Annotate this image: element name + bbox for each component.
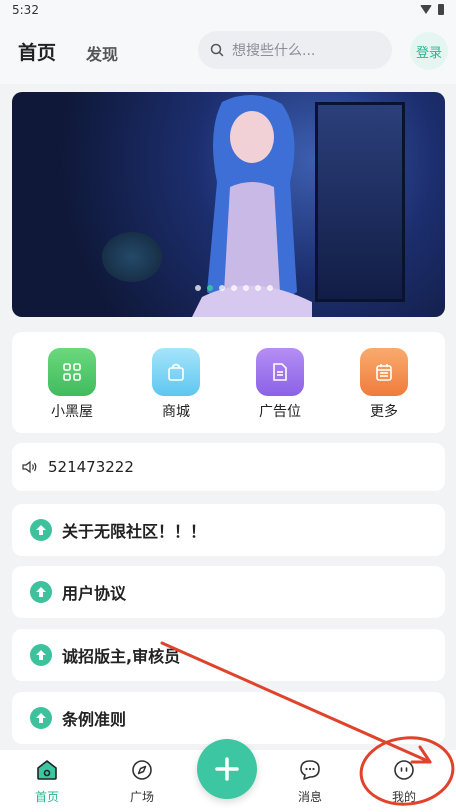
nav-profile[interactable]: 我的: [369, 758, 439, 805]
post-item[interactable]: 条例准则: [12, 692, 445, 744]
carousel-dot[interactable]: [243, 285, 249, 291]
post-title: 条例准则: [62, 710, 127, 729]
carousel-dot[interactable]: [195, 285, 201, 291]
carousel-dot[interactable]: [255, 285, 261, 291]
nav-label: 我的: [391, 790, 416, 804]
quick-action-label: 小黑屋: [51, 404, 93, 420]
profile-icon: [394, 760, 414, 780]
quick-action-label: 商城: [162, 404, 190, 420]
tab-home[interactable]: 首页: [16, 38, 57, 65]
document-icon: [256, 348, 304, 396]
notice-bar[interactable]: 521473222: [12, 443, 445, 491]
chat-icon: [300, 760, 320, 780]
pin-arrow-icon: [30, 519, 52, 541]
carousel-dot-active[interactable]: [207, 285, 213, 291]
search-placeholder: 想搜些什么...: [232, 43, 316, 59]
quick-action-ads[interactable]: 广告位: [240, 348, 320, 421]
tab-home-label: 首页: [18, 42, 57, 64]
pin-arrow-icon: [30, 644, 52, 666]
nav-home[interactable]: 首页: [12, 758, 82, 805]
post-title: 用户协议: [62, 584, 127, 603]
status-time: 5:32: [12, 3, 39, 17]
create-post-button[interactable]: [197, 739, 257, 799]
top-header: 首页 发现 想搜些什么... 登录: [0, 22, 456, 84]
speaker-icon: [22, 460, 37, 474]
carousel-indicator: [195, 285, 273, 291]
carousel-dot[interactable]: [267, 285, 273, 291]
tab-discover[interactable]: 发现: [86, 41, 118, 65]
login-button[interactable]: 登录: [410, 32, 448, 70]
carousel-dot[interactable]: [219, 285, 225, 291]
quick-action-label: 更多: [370, 404, 398, 420]
battery-icon: [438, 4, 444, 15]
nav-label: 首页: [34, 790, 59, 804]
tab-discover-label: 发现: [86, 45, 119, 64]
quick-action-blacklist[interactable]: 小黑屋: [32, 348, 112, 421]
banner-carousel[interactable]: [12, 92, 445, 317]
search-input[interactable]: 想搜些什么...: [198, 31, 392, 69]
nav-label: 消息: [297, 790, 322, 804]
pin-arrow-icon: [30, 707, 52, 729]
grid-icon: [48, 348, 96, 396]
post-item[interactable]: 关于无限社区！！！: [12, 504, 445, 556]
plus-icon: [215, 757, 239, 781]
nav-square[interactable]: 广场: [107, 758, 177, 805]
nav-messages[interactable]: 消息: [275, 758, 345, 805]
pin-arrow-icon: [30, 581, 52, 603]
quick-action-more[interactable]: 更多: [344, 348, 424, 421]
compass-icon: [132, 760, 152, 780]
search-icon: [210, 43, 224, 57]
quick-action-store[interactable]: 商城: [136, 348, 216, 421]
bag-icon: [152, 348, 200, 396]
wifi-icon: [420, 5, 432, 14]
banner-plant-art: [102, 232, 162, 282]
post-item[interactable]: 用户协议: [12, 566, 445, 618]
notice-text: 521473222: [48, 458, 134, 476]
nav-label: 广场: [129, 790, 154, 804]
carousel-dot[interactable]: [231, 285, 237, 291]
home-icon: [37, 760, 57, 780]
post-item[interactable]: 诚招版主,审核员: [12, 629, 445, 681]
quick-actions-panel: 小黑屋 商城 广告位 更多: [12, 332, 445, 433]
post-title: 关于无限社区！！！: [62, 522, 207, 541]
quick-action-label: 广告位: [259, 404, 301, 420]
status-bar: 5:32: [0, 0, 456, 22]
post-title: 诚招版主,审核员: [62, 647, 181, 666]
banner-character-illustration: [192, 94, 312, 317]
calendar-icon: [360, 348, 408, 396]
